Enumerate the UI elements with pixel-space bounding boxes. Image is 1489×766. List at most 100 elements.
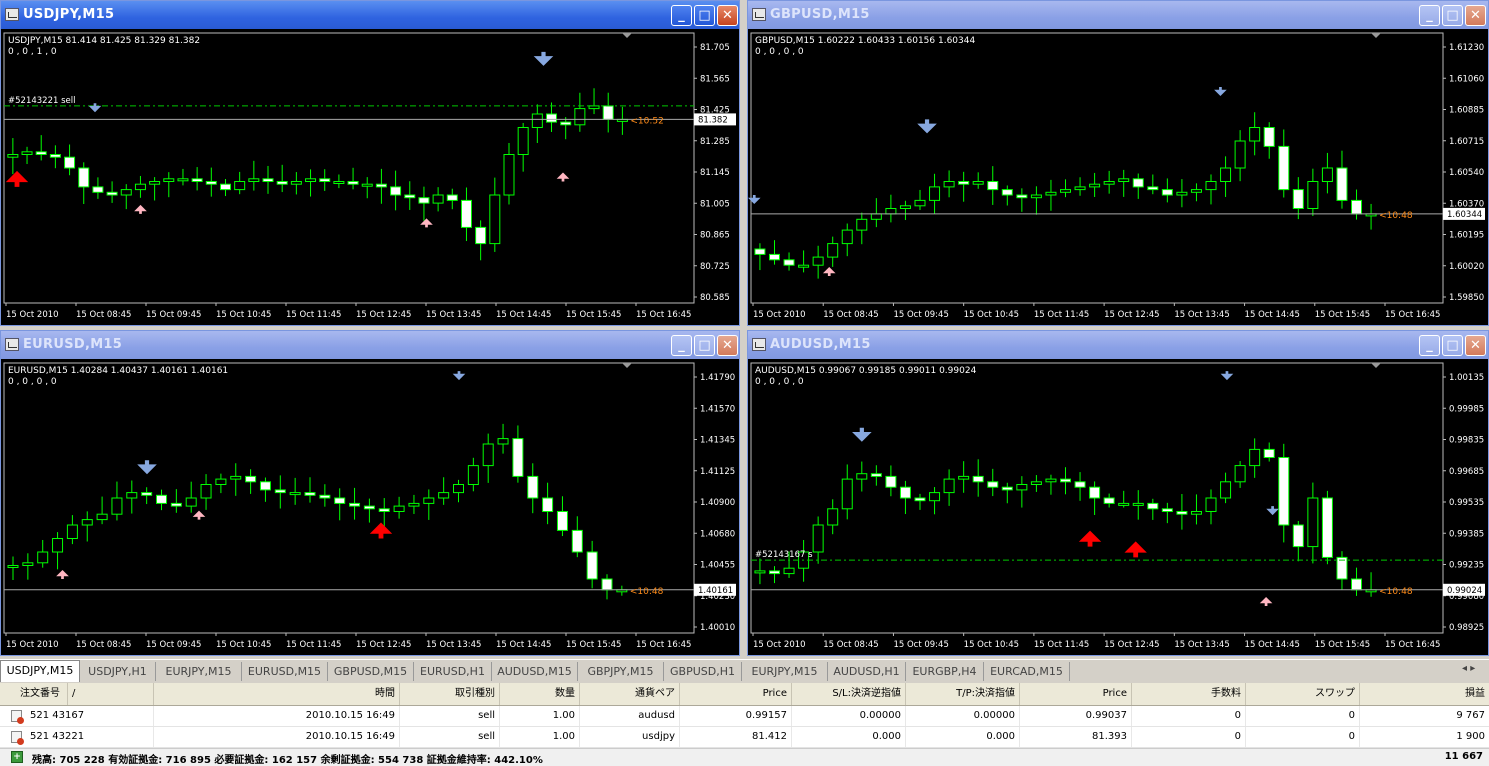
y-axis-label: 80.725 (700, 262, 730, 272)
chart-tab[interactable]: EURUSD,H1 (414, 662, 492, 681)
column-header-take-profit[interactable]: T/P:決済指値 (906, 683, 1020, 705)
maximize-button[interactable]: □ (694, 335, 715, 356)
chart-window-eurusd[interactable]: EURUSD,M15 _ □ ✕ EURUSD,M15 1.40284 1.40… (0, 330, 740, 656)
window-titlebar[interactable]: USDJPY,M15 _ □ ✕ (1, 1, 739, 29)
price-chart[interactable]: EURUSD,M15 1.40284 1.40437 1.40161 1.401… (1, 359, 739, 655)
price-chart[interactable]: AUDUSD,M15 0.99067 0.99185 0.99011 0.990… (748, 359, 1488, 655)
candle-body (21, 151, 33, 156)
candle-body (1321, 167, 1333, 182)
column-header-price[interactable]: Price (680, 683, 792, 705)
candle-body (215, 478, 227, 485)
chart-window-gbpusd[interactable]: GBPUSD,M15 _ □ ✕ GBPUSD,M15 1.60222 1.60… (747, 0, 1489, 326)
chart-tab[interactable]: GBPJPY,M15 (578, 662, 664, 681)
candle-body (1089, 486, 1101, 499)
x-axis-label: 15 Oct 11:45 (1034, 310, 1089, 320)
chart-tab[interactable]: AUDUSD,H1 (828, 662, 906, 681)
chart-tab[interactable]: EURJPY,M15 (156, 662, 242, 681)
candle-body (914, 497, 926, 502)
candle-body (274, 489, 286, 494)
maximize-button[interactable]: □ (1442, 5, 1463, 26)
candle-body (812, 256, 824, 266)
chart-background (748, 359, 1488, 655)
chart-tab[interactable]: AUDUSD,M15 (492, 662, 578, 681)
y-axis-label: 81.285 (700, 137, 730, 147)
column-header-sort[interactable]: / (68, 683, 154, 705)
window-titlebar[interactable]: GBPUSD,M15 _ □ ✕ (748, 1, 1488, 29)
candle-body (245, 475, 257, 483)
chart-tab[interactable]: EURGBP,H4 (906, 662, 984, 681)
minimize-button[interactable]: _ (671, 335, 692, 356)
y-axis-label: 0.99835 (1449, 436, 1484, 446)
order-profit: 1 900 (1456, 731, 1485, 742)
candle-body (170, 502, 182, 507)
x-axis-label: 15 Oct 13:45 (426, 640, 481, 650)
candlestick-chart-audusd[interactable]: AUDUSD,M15 0.99067 0.99185 0.99011 0.990… (748, 359, 1488, 655)
column-header-stop-loss[interactable]: S/L:決済逆指値 (792, 683, 906, 705)
candle-body (517, 127, 529, 155)
chart-window-icon (752, 338, 766, 351)
candle-body (347, 181, 359, 185)
column-header-commission[interactable]: 手数料 (1132, 683, 1246, 705)
column-header-order[interactable]: 注文番号 (0, 683, 68, 705)
candle-body (841, 229, 853, 245)
window-title: AUDUSD,M15 (770, 337, 871, 352)
column-header-type[interactable]: 取引種別 (400, 683, 500, 705)
price-chart[interactable]: GBPUSD,M15 1.60222 1.60433 1.60156 1.603… (748, 29, 1488, 325)
candle-body (1147, 186, 1159, 191)
close-button[interactable]: ✕ (717, 5, 738, 26)
minimize-button[interactable]: _ (1419, 5, 1440, 26)
chart-tab[interactable]: USDJPY,M15 (0, 660, 80, 682)
chart-window-audusd[interactable]: AUDUSD,M15 _ □ ✕ AUDUSD,M15 0.99067 0.99… (747, 330, 1489, 656)
candle-body (556, 511, 568, 531)
price-chart[interactable]: USDJPY,M15 81.414 81.425 81.329 81.382 0 … (1, 29, 739, 325)
candle-body (363, 505, 375, 510)
column-header-volume[interactable]: 数量 (500, 683, 580, 705)
terminal-panel: 注文番号 / 時間 取引種別 数量 通貨ペア Price S/L:決済逆指値 T… (0, 683, 1489, 766)
chart-tab[interactable]: GBPUSD,H1 (664, 662, 742, 681)
column-header-current-price[interactable]: Price (1020, 683, 1132, 705)
candlestick-chart-eurusd[interactable]: EURUSD,M15 1.40284 1.40437 1.40161 1.401… (1, 359, 739, 655)
candlestick-chart-usdjpy[interactable]: USDJPY,M15 81.414 81.425 81.329 81.3820 … (1, 29, 739, 325)
chart-tab[interactable]: GBPUSD,M15 (328, 662, 414, 681)
column-header-time[interactable]: 時間 (154, 683, 400, 705)
candle-body (418, 197, 430, 204)
y-axis-label: 1.60370 (1449, 199, 1484, 209)
window-titlebar[interactable]: AUDUSD,M15 _ □ ✕ (748, 331, 1488, 359)
window-titlebar[interactable]: EURUSD,M15 _ □ ✕ (1, 331, 739, 359)
candle-body (856, 473, 868, 480)
tab-scroll-arrows[interactable]: ◂ ▸ (1462, 663, 1475, 674)
close-button[interactable]: ✕ (1465, 335, 1486, 356)
candle-body (856, 218, 868, 231)
candle-body (1103, 497, 1115, 504)
chart-tab[interactable]: EURJPY,M15 (742, 662, 828, 681)
close-button[interactable]: ✕ (1465, 5, 1486, 26)
chart-window-usdjpy[interactable]: USDJPY,M15 _ □ ✕ USDJPY,M15 81.414 81.42… (0, 0, 740, 326)
candle-body (1001, 189, 1013, 196)
chart-tab[interactable]: EURUSD,M15 (242, 662, 328, 681)
close-button[interactable]: ✕ (717, 335, 738, 356)
order-volume: 1.00 (500, 706, 580, 726)
maximize-button[interactable]: □ (1442, 335, 1463, 356)
candlestick-chart-gbpusd[interactable]: GBPUSD,M15 1.60222 1.60433 1.60156 1.603… (748, 29, 1488, 325)
x-axis-label: 15 Oct 12:45 (356, 640, 411, 650)
order-swap: 0 (1246, 706, 1360, 726)
maximize-button[interactable]: □ (694, 5, 715, 26)
order-row[interactable]: 521 43167 2010.10.15 16:49 sell 1.00 aud… (0, 706, 1489, 727)
candle-body (768, 570, 780, 575)
order-swap: 0 (1246, 727, 1360, 747)
x-axis-label: 15 Oct 10:45 (964, 640, 1019, 650)
candle-body (1336, 556, 1348, 580)
candle-body (92, 186, 104, 193)
order-volume: 1.00 (500, 727, 580, 747)
minimize-button[interactable]: _ (671, 5, 692, 26)
column-header-swap[interactable]: スワップ (1246, 683, 1360, 705)
order-row[interactable]: 521 43221 2010.10.15 16:49 sell 1.00 usd… (0, 727, 1489, 748)
chart-tab[interactable]: EURCAD,M15 (984, 662, 1070, 681)
y-axis-label: 1.41570 (700, 404, 735, 414)
column-header-profit[interactable]: 損益 (1360, 683, 1489, 705)
minimize-button[interactable]: _ (1419, 335, 1440, 356)
candle-body (754, 570, 766, 574)
candle-body (1220, 167, 1232, 182)
chart-tab[interactable]: USDJPY,H1 (80, 662, 156, 681)
column-header-symbol[interactable]: 通貨ペア (580, 683, 680, 705)
